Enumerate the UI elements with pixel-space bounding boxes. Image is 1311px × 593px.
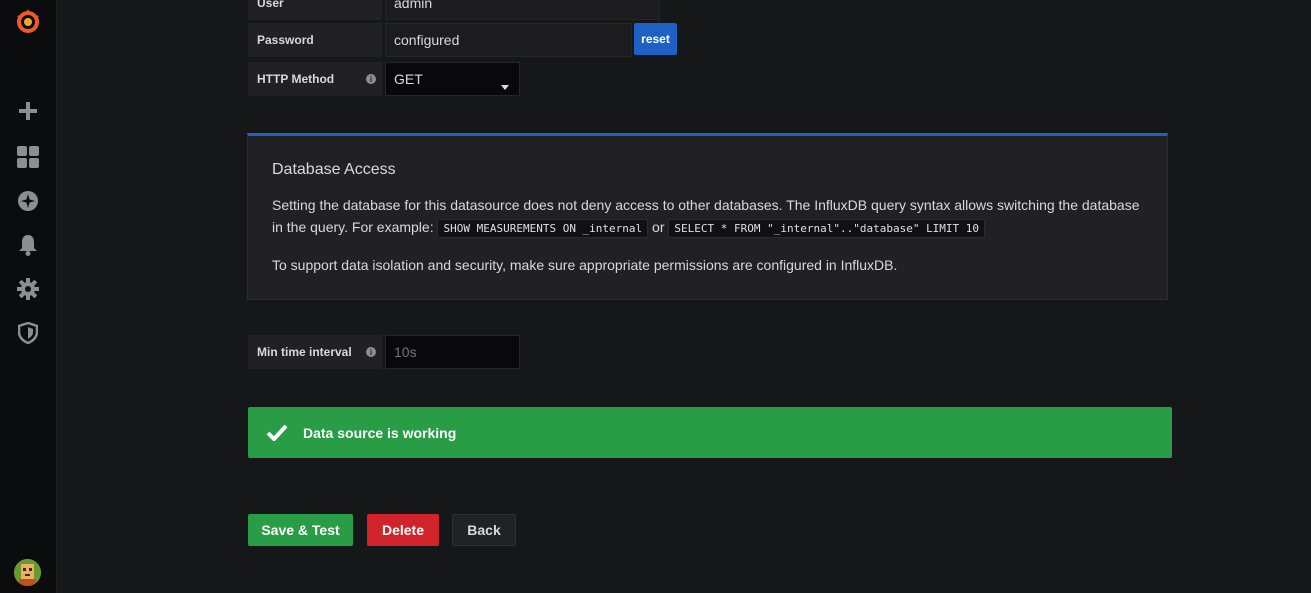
plus-icon[interactable] bbox=[14, 97, 42, 125]
gear-icon[interactable] bbox=[14, 275, 42, 303]
panel-description: Setting the database for this datasource… bbox=[272, 194, 1152, 240]
explore-compass-icon[interactable] bbox=[14, 187, 42, 215]
user-label: User bbox=[248, 0, 382, 20]
http-method-value: GET bbox=[394, 71, 423, 87]
info-icon[interactable]: i bbox=[366, 74, 376, 84]
grafana-logo-icon[interactable] bbox=[14, 8, 42, 36]
code-example-1: SHOW MEASUREMENTS ON _internal bbox=[437, 219, 649, 238]
database-access-panel: Database Access Setting the database for… bbox=[247, 133, 1168, 300]
caret-down-icon bbox=[501, 77, 509, 93]
code-example-2: SELECT * FROM "_internal".."database" LI… bbox=[668, 219, 986, 238]
min-interval-row: Min time interval i bbox=[248, 335, 520, 369]
password-label: Password bbox=[248, 23, 382, 57]
user-row: User admin bbox=[248, 0, 660, 20]
bell-alerting-icon[interactable] bbox=[14, 231, 42, 259]
info-icon[interactable]: i bbox=[366, 347, 376, 357]
or-text: or bbox=[648, 219, 669, 235]
panel-security-note: To support data isolation and security, … bbox=[272, 257, 898, 273]
dashboards-icon[interactable] bbox=[14, 143, 42, 171]
back-button[interactable]: Back bbox=[452, 514, 516, 546]
delete-button[interactable]: Delete bbox=[367, 514, 439, 546]
save-test-button[interactable]: Save & Test bbox=[248, 514, 353, 546]
shield-icon[interactable] bbox=[14, 319, 42, 347]
http-method-select[interactable]: GET bbox=[385, 62, 520, 96]
min-interval-input[interactable] bbox=[385, 335, 520, 369]
panel-title: Database Access bbox=[272, 161, 396, 178]
min-interval-label-text: Min time interval bbox=[257, 345, 352, 359]
user-input[interactable]: admin bbox=[385, 0, 660, 20]
alert-message: Data source is working bbox=[303, 424, 457, 441]
success-alert: Data source is working bbox=[248, 407, 1172, 458]
sidebar bbox=[0, 0, 57, 593]
password-input[interactable]: configured bbox=[385, 23, 632, 57]
reset-password-button[interactable]: reset bbox=[634, 23, 677, 55]
http-method-label: HTTP Method i bbox=[248, 62, 382, 96]
http-method-label-text: HTTP Method bbox=[257, 72, 335, 86]
checkmark-icon bbox=[266, 424, 288, 441]
user-avatar[interactable] bbox=[14, 559, 41, 586]
min-interval-label: Min time interval i bbox=[248, 335, 382, 369]
password-row: Password configured reset bbox=[248, 23, 677, 57]
http-method-row: HTTP Method i GET bbox=[248, 62, 520, 96]
